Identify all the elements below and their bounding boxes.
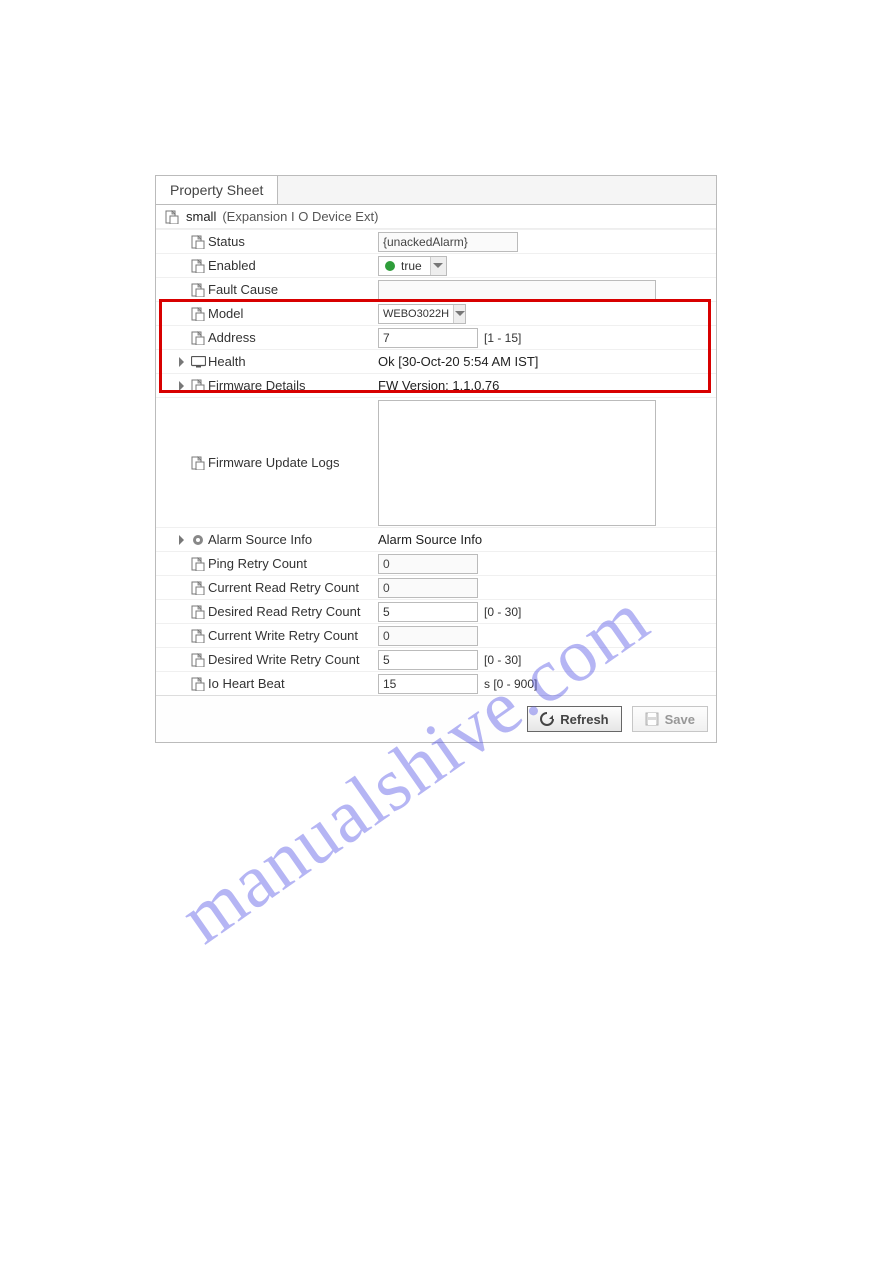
expand-toggle[interactable] [174, 357, 188, 367]
refresh-button[interactable]: Refresh [527, 706, 621, 732]
monitor-icon [191, 356, 206, 368]
document-icon [165, 210, 179, 224]
label-address: Address [208, 330, 378, 345]
document-icon [191, 456, 205, 470]
object-type-suffix: (Expansion I O Device Ext) [222, 209, 378, 224]
chevron-down-icon [453, 305, 465, 323]
fault-cause-field [378, 280, 656, 300]
row-ping-retry-count: Ping Retry Count 0 [156, 551, 716, 575]
document-icon [191, 283, 205, 297]
row-fault-cause: Fault Cause [156, 277, 716, 301]
io-heart-beat-range-hint: s [0 - 900] [484, 677, 537, 691]
expand-toggle[interactable] [174, 381, 188, 391]
row-io-heart-beat: Io Heart Beat 15 s [0 - 900] [156, 671, 716, 695]
enabled-dropdown[interactable]: true [378, 256, 447, 276]
row-address: Address 7 [1 - 15] [156, 325, 716, 349]
row-desired-read-retry-count: Desired Read Retry Count 5 [0 - 30] [156, 599, 716, 623]
alarm-source-info-value: Alarm Source Info [378, 532, 482, 547]
label-fault-cause: Fault Cause [208, 282, 378, 297]
address-range-hint: [1 - 15] [484, 331, 521, 345]
desired-read-range-hint: [0 - 30] [484, 605, 521, 619]
status-dot-icon [385, 261, 395, 271]
current-read-retry-count-field: 0 [378, 578, 478, 598]
save-button: Save [632, 706, 708, 732]
row-firmware-details: Firmware Details FW Version: 1.1.0.76 [156, 373, 716, 397]
label-desired-read-retry-count: Desired Read Retry Count [208, 604, 378, 619]
label-status: Status [208, 234, 378, 249]
document-icon [191, 235, 205, 249]
row-current-write-retry-count: Current Write Retry Count 0 [156, 623, 716, 647]
health-value: Ok [30-Oct-20 5:54 AM IST] [378, 354, 538, 369]
firmware-update-logs-textarea[interactable] [378, 400, 656, 526]
row-current-read-retry-count: Current Read Retry Count 0 [156, 575, 716, 599]
row-model: Model WEBO3022H [156, 301, 716, 325]
io-heart-beat-input[interactable]: 15 [378, 674, 478, 694]
row-health: Health Ok [30-Oct-20 5:54 AM IST] [156, 349, 716, 373]
document-icon [191, 307, 205, 321]
document-icon [191, 629, 205, 643]
row-enabled: Enabled true [156, 253, 716, 277]
status-field: {unackedAlarm} [378, 232, 518, 252]
model-dropdown[interactable]: WEBO3022H [378, 304, 466, 324]
firmware-details-value: FW Version: 1.1.0.76 [378, 378, 499, 393]
desired-write-retry-count-input[interactable]: 5 [378, 650, 478, 670]
document-icon [191, 557, 205, 571]
document-icon [191, 259, 205, 273]
document-icon [191, 677, 205, 691]
label-current-read-retry-count: Current Read Retry Count [208, 580, 378, 595]
tab-property-sheet[interactable]: Property Sheet [156, 176, 278, 204]
label-firmware-update-logs: Firmware Update Logs [208, 455, 378, 470]
row-alarm-source-info: Alarm Source Info Alarm Source Info [156, 527, 716, 551]
gear-icon [191, 533, 205, 547]
label-desired-write-retry-count: Desired Write Retry Count [208, 652, 378, 667]
document-icon [191, 581, 205, 595]
refresh-icon [540, 712, 554, 726]
tab-bar: Property Sheet [156, 176, 716, 205]
document-icon [191, 605, 205, 619]
current-write-retry-count-field: 0 [378, 626, 478, 646]
expand-toggle[interactable] [174, 535, 188, 545]
label-model: Model [208, 306, 378, 321]
address-input[interactable]: 7 [378, 328, 478, 348]
row-status: Status {unackedAlarm} [156, 229, 716, 253]
label-io-heart-beat: Io Heart Beat [208, 676, 378, 691]
label-enabled: Enabled [208, 258, 378, 273]
label-firmware-details: Firmware Details [208, 378, 378, 393]
chevron-down-icon [430, 257, 446, 275]
desired-write-range-hint: [0 - 30] [484, 653, 521, 667]
document-icon [191, 379, 205, 393]
footer-buttons: Refresh Save [156, 695, 716, 742]
object-header-row: small (Expansion I O Device Ext) [156, 205, 716, 229]
row-desired-write-retry-count: Desired Write Retry Count 5 [0 - 30] [156, 647, 716, 671]
save-icon [645, 712, 659, 726]
document-icon [191, 331, 205, 345]
label-ping-retry-count: Ping Retry Count [208, 556, 378, 571]
property-sheet-panel: Property Sheet small (Expansion I O Devi… [155, 175, 717, 743]
label-current-write-retry-count: Current Write Retry Count [208, 628, 378, 643]
label-alarm-source-info: Alarm Source Info [208, 532, 378, 547]
row-firmware-update-logs: Firmware Update Logs [156, 397, 716, 527]
label-health: Health [208, 354, 378, 369]
object-name: small [186, 209, 216, 224]
document-icon [191, 653, 205, 667]
ping-retry-count-field: 0 [378, 554, 478, 574]
desired-read-retry-count-input[interactable]: 5 [378, 602, 478, 622]
